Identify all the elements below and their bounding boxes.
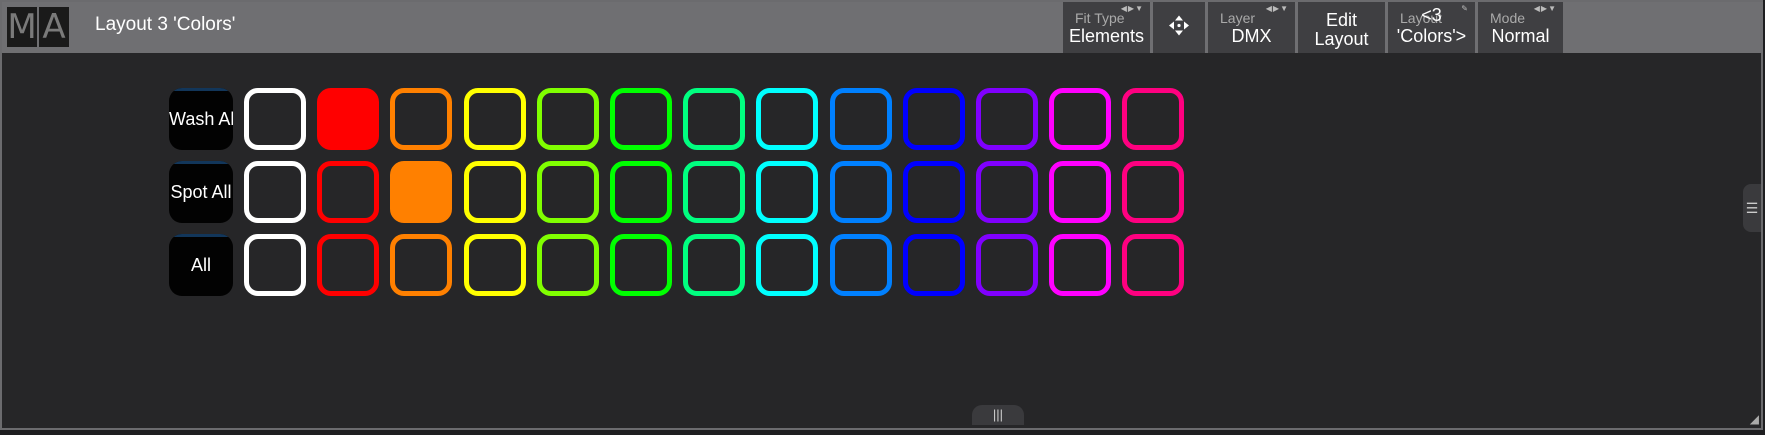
color-swatch-light-blue[interactable] xyxy=(830,88,892,150)
fit-type-button[interactable]: ◀▶▼ Fit Type Elements xyxy=(1063,2,1150,53)
group-button[interactable]: Wash All xyxy=(169,88,233,150)
color-swatch-cyan[interactable] xyxy=(756,88,818,150)
color-swatch-white[interactable] xyxy=(244,88,306,150)
color-swatch-pink[interactable] xyxy=(1122,234,1184,296)
ma-logo: M A xyxy=(7,7,71,47)
color-swatch-orange[interactable] xyxy=(390,161,452,223)
color-swatch-red[interactable] xyxy=(317,161,379,223)
color-swatch-yellow[interactable] xyxy=(464,234,526,296)
side-handle-icon[interactable]: ☰ xyxy=(1743,184,1761,232)
color-swatch-blue[interactable] xyxy=(903,88,965,150)
group-button-indicator xyxy=(169,88,233,91)
move-button[interactable] xyxy=(1153,2,1205,53)
fit-type-label: Fit Type xyxy=(1075,10,1125,26)
color-swatch-white[interactable] xyxy=(244,234,306,296)
edit-layout-line1: Edit xyxy=(1325,10,1358,30)
window-title: Layout 3 'Colors' xyxy=(95,14,236,35)
mode-arrows-icon: ◀▶▼ xyxy=(1533,4,1557,13)
color-swatch-lime[interactable] xyxy=(537,88,599,150)
color-swatch-red[interactable] xyxy=(317,234,379,296)
group-button-label: All xyxy=(190,255,211,275)
color-swatch-blue[interactable] xyxy=(903,161,965,223)
group-button[interactable]: Spot All xyxy=(169,161,233,223)
mode-button[interactable]: ◀▶▼ Mode Normal xyxy=(1478,2,1563,53)
color-swatch-violet[interactable] xyxy=(976,161,1038,223)
logo-letter-m: M xyxy=(7,7,37,47)
resize-corner-icon[interactable]: ◢ xyxy=(1750,412,1759,426)
edit-layout-line2: Layout xyxy=(1314,29,1369,49)
bottom-handle-icon[interactable]: ||| xyxy=(972,405,1024,425)
layer-label: Layer xyxy=(1220,10,1256,26)
color-swatch-magenta[interactable] xyxy=(1049,161,1111,223)
color-swatch-yellow[interactable] xyxy=(464,161,526,223)
color-swatch-red[interactable] xyxy=(317,88,379,150)
group-button-indicator xyxy=(169,234,233,237)
color-swatch-sea-green[interactable] xyxy=(683,161,745,223)
color-swatch-magenta[interactable] xyxy=(1049,234,1111,296)
edit-layout-button[interactable]: Edit Layout xyxy=(1298,2,1385,53)
color-swatch-violet[interactable] xyxy=(976,88,1038,150)
group-button-label: Spot All xyxy=(170,182,232,202)
group-button-indicator xyxy=(169,161,233,164)
fit-type-value: Elements xyxy=(1068,26,1145,46)
color-swatch-light-blue[interactable] xyxy=(830,161,892,223)
mode-value: Normal xyxy=(1491,26,1550,46)
color-swatch-lime[interactable] xyxy=(537,161,599,223)
layout-select-button[interactable]: ✎ Layout <3 'Colors'> xyxy=(1388,2,1475,53)
color-swatch-cyan[interactable] xyxy=(756,161,818,223)
color-swatch-orange[interactable] xyxy=(390,88,452,150)
color-swatch-cyan[interactable] xyxy=(756,234,818,296)
color-grid: Wash All Spot All All xyxy=(2,53,1763,425)
layout-window: M A Layout 3 'Colors' ◀▶▼ Fit Type Eleme… xyxy=(0,0,1763,430)
mode-label: Mode xyxy=(1490,10,1526,26)
color-swatch-green[interactable] xyxy=(610,161,672,223)
color-swatch-magenta[interactable] xyxy=(1049,88,1111,150)
color-swatch-pink[interactable] xyxy=(1122,161,1184,223)
title-bar: M A Layout 3 'Colors' ◀▶▼ Fit Type Eleme… xyxy=(2,2,1763,53)
color-swatch-orange[interactable] xyxy=(390,234,452,296)
color-swatch-sea-green[interactable] xyxy=(683,88,745,150)
color-swatch-green[interactable] xyxy=(610,88,672,150)
layer-arrows-icon: ◀▶▼ xyxy=(1265,4,1289,13)
color-swatch-sea-green[interactable] xyxy=(683,234,745,296)
layer-value: DMX xyxy=(1231,26,1272,46)
color-swatch-white[interactable] xyxy=(244,161,306,223)
layer-button[interactable]: ◀▶▼ Layer DMX xyxy=(1208,2,1295,53)
color-swatch-violet[interactable] xyxy=(976,234,1038,296)
color-swatch-pink[interactable] xyxy=(1122,88,1184,150)
group-button[interactable]: All xyxy=(169,234,233,296)
color-swatch-blue[interactable] xyxy=(903,234,965,296)
move-arrows-icon xyxy=(1168,14,1190,41)
color-swatch-yellow[interactable] xyxy=(464,88,526,150)
layout-value: <3 'Colors'> xyxy=(1396,5,1467,46)
color-swatch-green[interactable] xyxy=(610,234,672,296)
group-button-label: Wash All xyxy=(169,109,233,129)
color-swatch-light-blue[interactable] xyxy=(830,234,892,296)
logo-letter-a: A xyxy=(39,7,69,47)
color-swatch-lime[interactable] xyxy=(537,234,599,296)
